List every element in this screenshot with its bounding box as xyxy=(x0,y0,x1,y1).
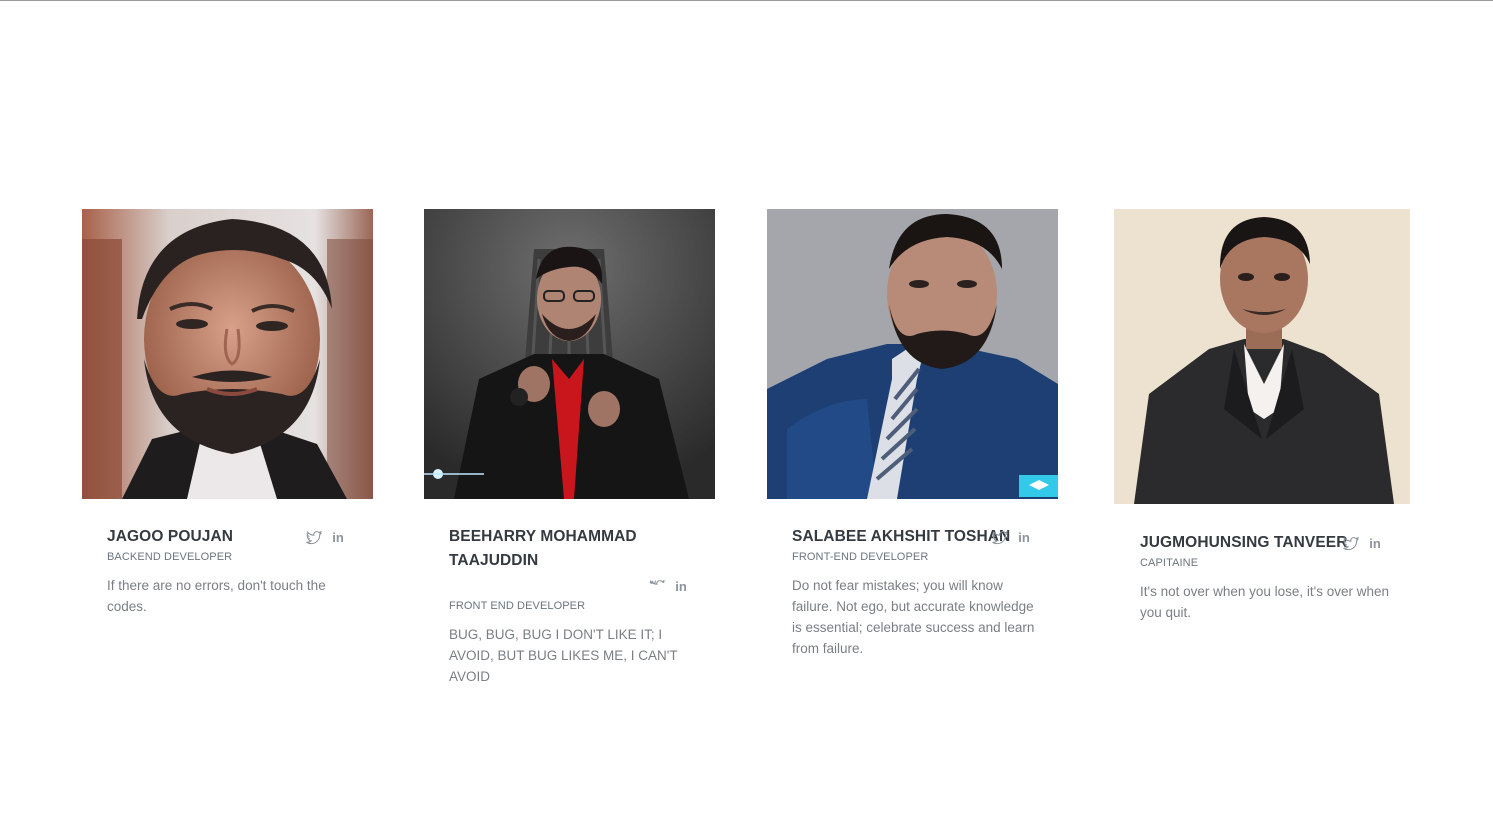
member-quote: It's not over when you lose, it's over w… xyxy=(1140,584,1390,620)
member-name: JUGMOHUNSING TANVEER xyxy=(1140,534,1348,551)
twitter-icon[interactable] xyxy=(1343,536,1359,552)
linkedin-icon[interactable]: in xyxy=(1016,530,1032,546)
member-photo xyxy=(82,209,373,499)
social-links: in xyxy=(1343,536,1383,552)
member-photo xyxy=(1114,209,1410,504)
member-name-line2: TAAJUDDIN xyxy=(449,552,539,569)
social-links: in xyxy=(649,579,689,595)
member-name-line1: BEEHARRY MOHAMMAD xyxy=(449,528,637,545)
portrait-image xyxy=(1114,209,1410,504)
top-divider xyxy=(0,0,1493,1)
twitter-icon[interactable] xyxy=(306,530,322,546)
member-role: CAPITAINE xyxy=(1140,557,1199,569)
social-links: in xyxy=(992,530,1032,546)
member-photo xyxy=(424,209,715,499)
member-role: FRONT-END DEVELOPER xyxy=(792,551,929,563)
member-quote: Do not fear mistakes; you will know fail… xyxy=(792,578,1035,656)
twitter-icon[interactable] xyxy=(992,530,1008,546)
portrait-image xyxy=(82,209,373,499)
member-name: SALABEE AKHSHIT TOSHAN xyxy=(792,528,1011,545)
portrait-image xyxy=(424,209,715,499)
member-quote: If there are no errors, don't touch the … xyxy=(107,578,326,614)
portrait-image xyxy=(767,209,1058,499)
member-name: JAGOO POUJAN xyxy=(107,528,234,545)
member-quote: BUG, BUG, BUG I DON'T LIKE IT; I AVOID, … xyxy=(449,627,678,684)
linkedin-icon[interactable]: in xyxy=(330,530,346,546)
member-role: FRONT END DEVELOPER xyxy=(449,600,586,612)
member-photo xyxy=(767,209,1058,499)
team-page: JAGOO POUJAN in BACKEND DEVELOPER If the… xyxy=(0,0,1493,839)
social-links: in xyxy=(306,530,346,546)
linkedin-icon[interactable]: in xyxy=(1367,536,1383,552)
member-role: BACKEND DEVELOPER xyxy=(107,551,233,563)
twitter-icon[interactable] xyxy=(649,579,665,595)
linkedin-icon[interactable]: in xyxy=(673,579,689,595)
